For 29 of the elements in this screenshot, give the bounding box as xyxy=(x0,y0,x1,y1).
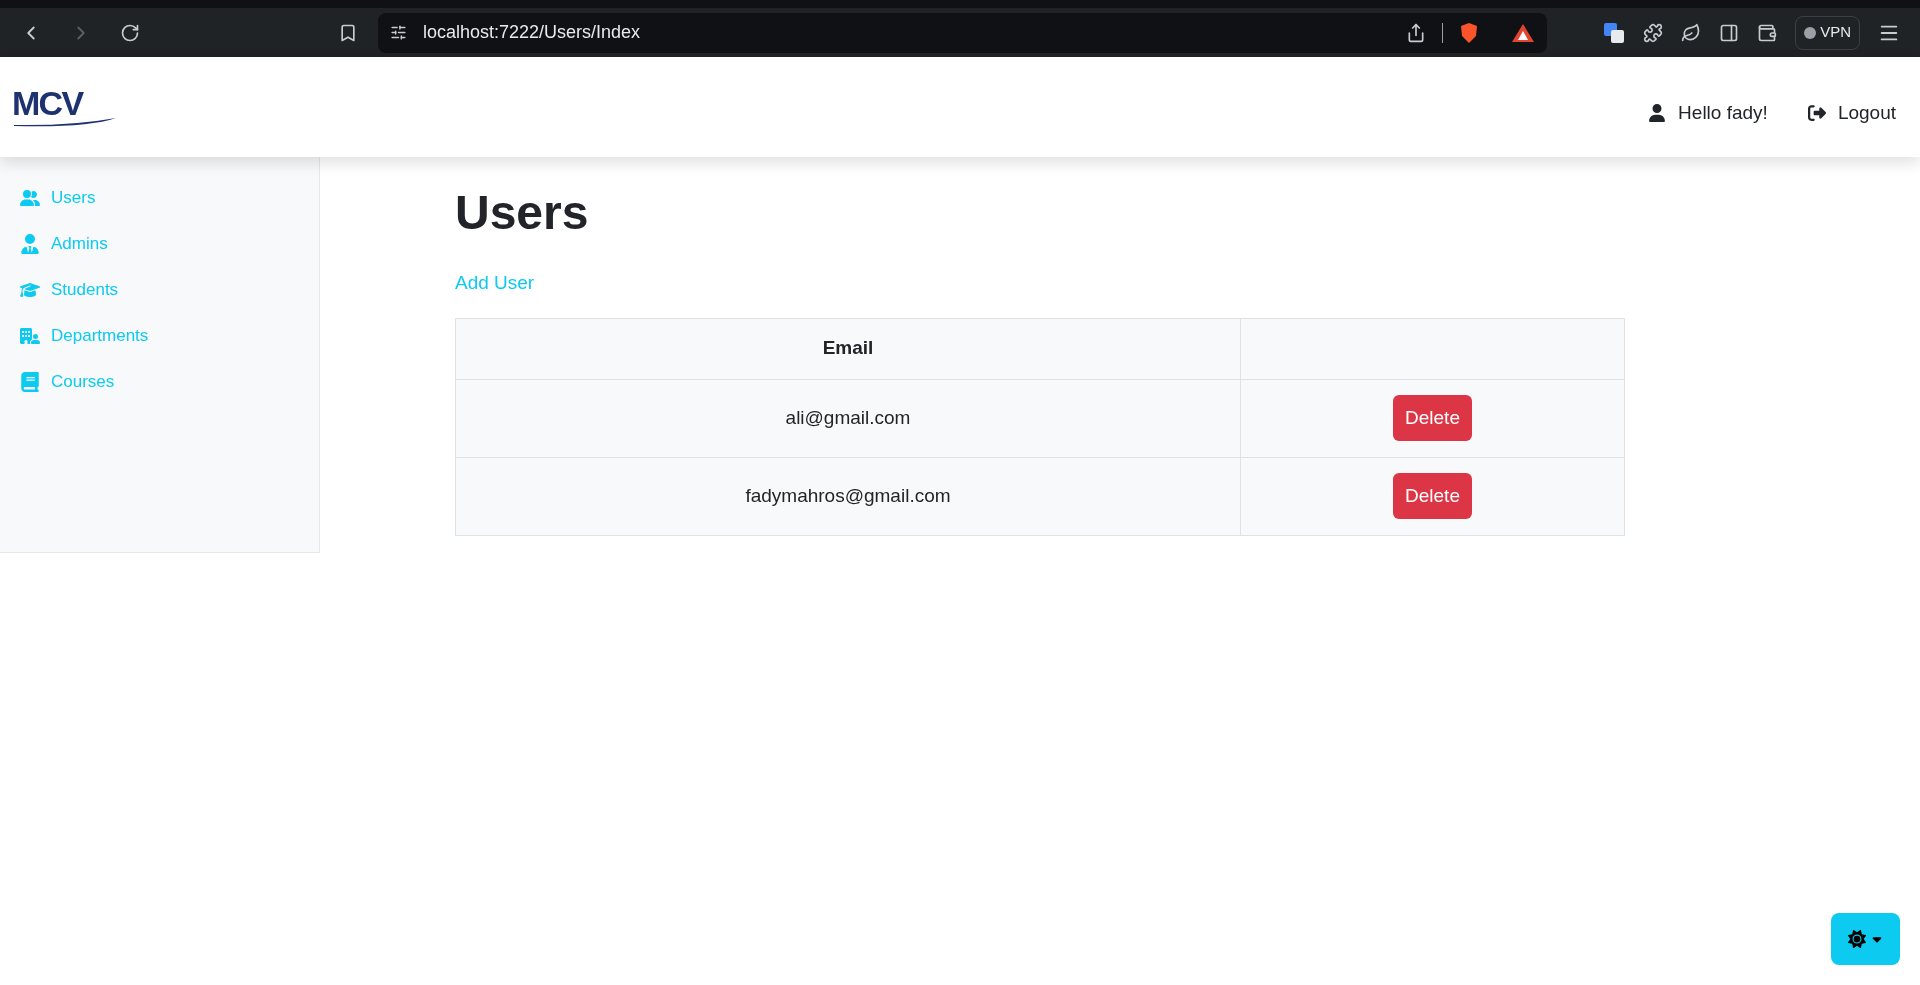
translate-icon[interactable] xyxy=(1603,21,1626,44)
share-icon[interactable] xyxy=(1406,22,1427,43)
url-text: localhost:7222/Users/Index xyxy=(422,21,641,44)
wallet-icon[interactable] xyxy=(1757,22,1778,43)
theme-toggle-button[interactable] xyxy=(1831,913,1900,965)
building-user-icon xyxy=(20,326,40,346)
delete-button[interactable]: Delete xyxy=(1393,473,1472,519)
puzzle-icon[interactable] xyxy=(1643,22,1664,43)
address-bar[interactable]: localhost:7222/Users/Index xyxy=(377,12,1548,53)
leaf-icon[interactable] xyxy=(1681,22,1702,43)
users-icon xyxy=(20,188,40,208)
user-tie-icon xyxy=(20,234,40,254)
vpn-button[interactable]: VPN xyxy=(1795,15,1860,50)
email-cell: ali@gmail.com xyxy=(455,379,1241,457)
logo[interactable]: MCV xyxy=(12,86,118,128)
column-header: Email xyxy=(455,318,1241,379)
page-title: Users xyxy=(455,185,590,241)
book-icon xyxy=(20,372,40,392)
delete-button[interactable]: Delete xyxy=(1393,395,1472,441)
greeting-text: Hello fady! xyxy=(1678,100,1768,125)
logout-icon xyxy=(1807,104,1826,122)
site-settings-icon[interactable] xyxy=(389,24,407,41)
user-icon xyxy=(1648,104,1667,122)
reload-icon[interactable] xyxy=(119,22,140,43)
logout-link[interactable]: Logout xyxy=(1807,98,1896,128)
email-cell: fadymahros@gmail.com xyxy=(455,457,1241,535)
sidebar-toggle-icon[interactable] xyxy=(1719,22,1740,43)
triangle-icon[interactable] xyxy=(1511,22,1536,43)
graduation-cap-icon xyxy=(20,280,40,300)
